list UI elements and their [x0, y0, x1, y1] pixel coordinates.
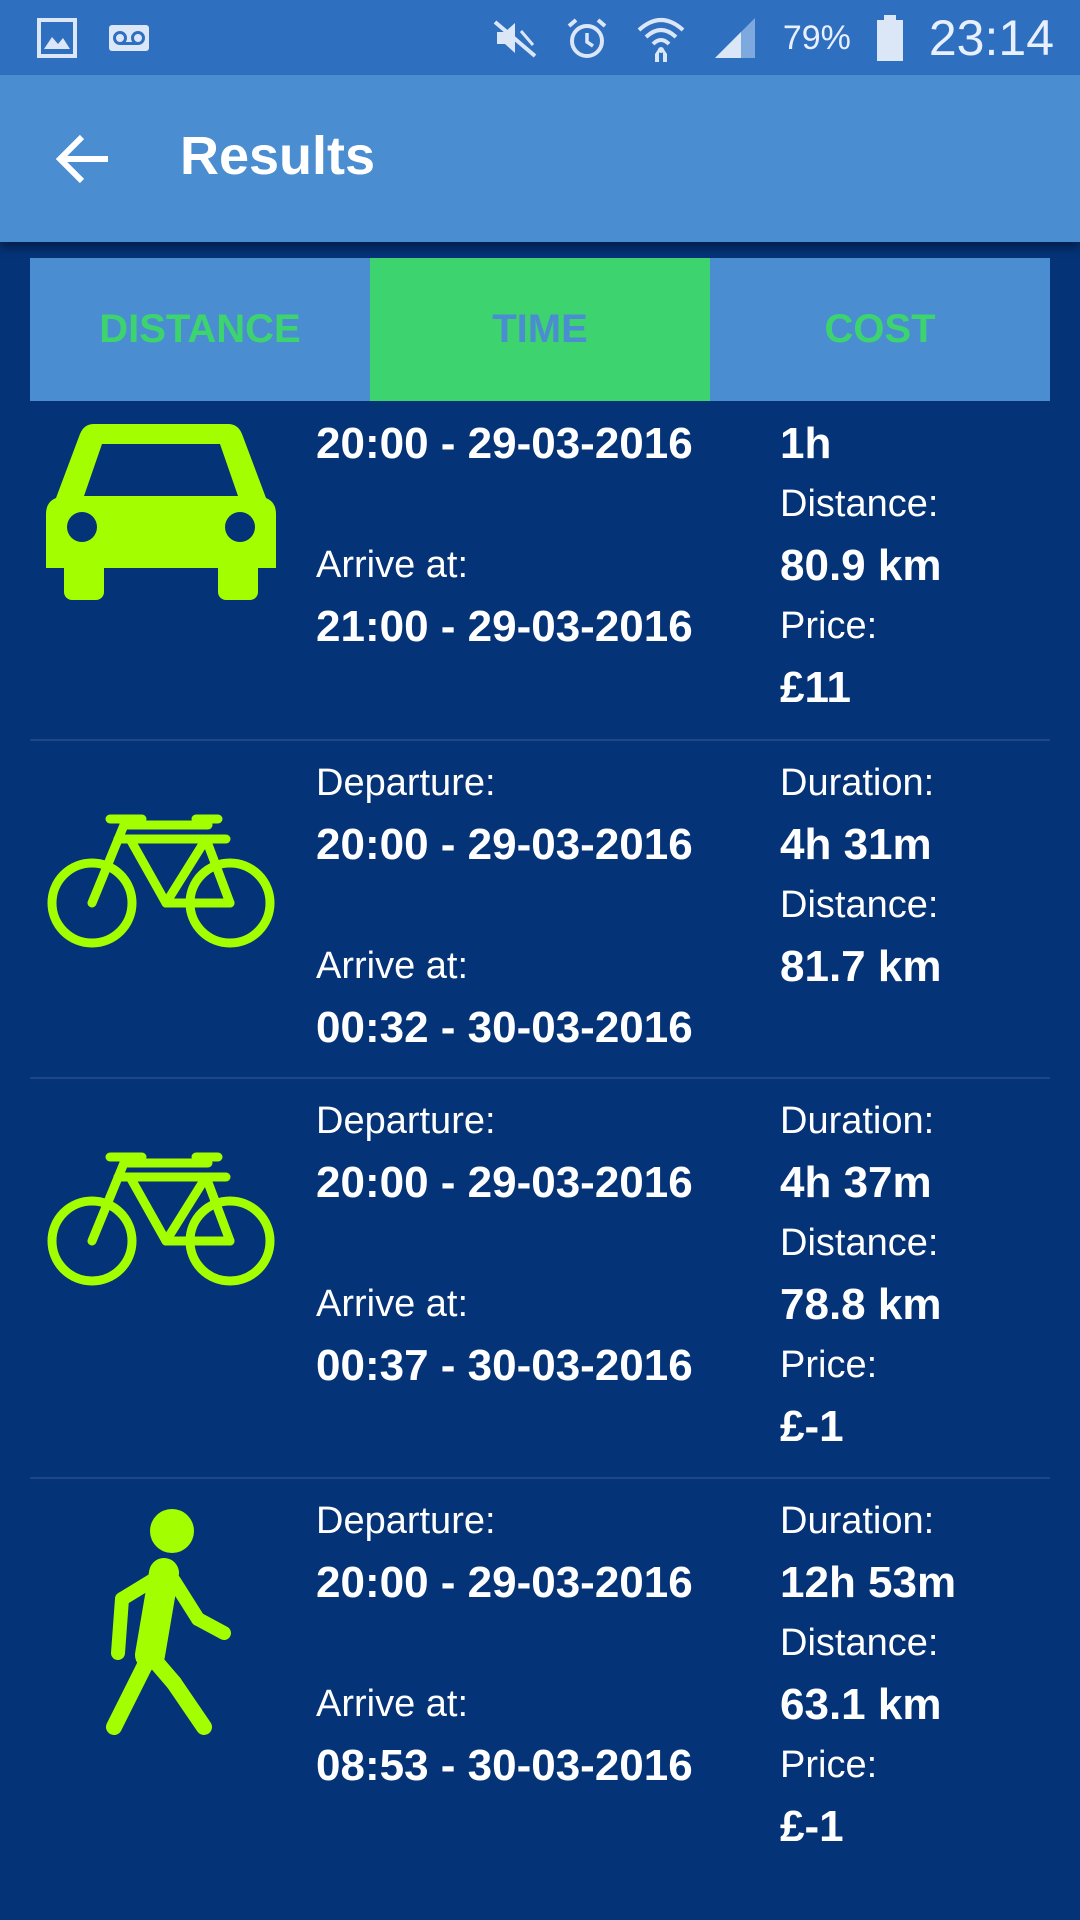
distance-value: 81.7 km — [780, 942, 942, 991]
arrive-label: Arrive at: — [316, 1283, 469, 1325]
alarm-icon — [563, 14, 611, 62]
price-value: £-1 — [780, 1802, 844, 1851]
price-value: £11 — [780, 663, 851, 712]
result-item[interactable]: Departure: 20:00 - 29-03-2016 Arrive at:… — [30, 741, 1050, 1079]
signal-icon — [711, 14, 759, 62]
distance-label: Distance: — [780, 1622, 939, 1664]
distance-value: 63.1 km — [780, 1680, 942, 1729]
arrive-label: Arrive at: — [316, 1683, 469, 1725]
sort-tabs: DISTANCE TIME COST — [30, 258, 1050, 401]
bicycle-icon — [47, 1152, 275, 1286]
result-item[interactable]: Departure: 20:00 - 29-03-2016 Arrive at:… — [30, 1079, 1050, 1479]
distance-value: 80.9 km — [780, 541, 942, 590]
wifi-icon — [635, 12, 687, 64]
departure-time: 20:00 - 29-03-2016 — [316, 1158, 693, 1207]
arrive-label: Arrive at: — [316, 945, 469, 987]
result-item[interactable]: Departure: 20:00 - 29-03-2016 Arrive at:… — [30, 1479, 1050, 1877]
departure-time: 20:00 - 29-03-2016 — [316, 419, 693, 468]
duration-value: 4h 37m — [780, 1158, 932, 1207]
duration-value: 1h — [780, 419, 832, 468]
price-label: Price: — [780, 1744, 878, 1786]
distance-label: Distance: — [780, 1222, 939, 1264]
arrive-time: 00:32 - 30-03-2016 — [316, 1003, 693, 1052]
duration-label: Duration: — [780, 1500, 935, 1542]
departure-time: 20:00 - 29-03-2016 — [316, 1558, 693, 1607]
car-icon — [46, 424, 276, 600]
arrive-time: 00:37 - 30-03-2016 — [316, 1341, 693, 1390]
distance-label: Distance: — [780, 483, 939, 525]
page-title: Results — [180, 126, 376, 186]
departure-time: 20:00 - 29-03-2016 — [316, 820, 693, 869]
back-button[interactable] — [52, 127, 116, 191]
departure-label: Departure: — [316, 1500, 496, 1542]
battery-percentage: 79% — [782, 18, 851, 57]
distance-value: 78.8 km — [780, 1280, 942, 1329]
tab-distance[interactable]: DISTANCE — [30, 258, 370, 401]
arrive-time: 21:00 - 29-03-2016 — [316, 602, 693, 651]
tab-cost[interactable]: COST — [710, 258, 1050, 401]
app-bar: Results — [0, 75, 1080, 242]
price-label: Price: — [780, 605, 878, 647]
voicemail-icon — [106, 17, 152, 59]
duration-label: Duration: — [780, 762, 935, 804]
arrive-time: 08:53 - 30-03-2016 — [316, 1741, 693, 1790]
mute-icon — [491, 14, 539, 62]
departure-label: Departure: — [316, 1100, 496, 1142]
clock: 23:14 — [928, 10, 1054, 66]
duration-value: 12h 53m — [780, 1558, 957, 1607]
duration-value: 4h 31m — [780, 820, 932, 869]
departure-label: Departure: — [316, 762, 496, 804]
results-list: 20:00 - 29-03-2016 Arrive at: 21:00 - 29… — [30, 401, 1050, 1877]
walking-icon — [106, 1509, 231, 1735]
price-value: £-1 — [780, 1402, 844, 1451]
bicycle-icon — [47, 814, 275, 948]
tab-time[interactable]: TIME — [370, 258, 710, 401]
battery-icon — [875, 13, 905, 63]
result-item[interactable]: 20:00 - 29-03-2016 Arrive at: 21:00 - 29… — [30, 401, 1050, 741]
gallery-notification-icon — [36, 17, 78, 59]
status-bar: 79% 23:14 — [0, 0, 1080, 75]
back-arrow-icon — [55, 134, 108, 184]
duration-label: Duration: — [780, 1100, 935, 1142]
arrive-label: Arrive at: — [316, 544, 469, 586]
price-label: Price: — [780, 1344, 878, 1386]
distance-label: Distance: — [780, 884, 939, 926]
